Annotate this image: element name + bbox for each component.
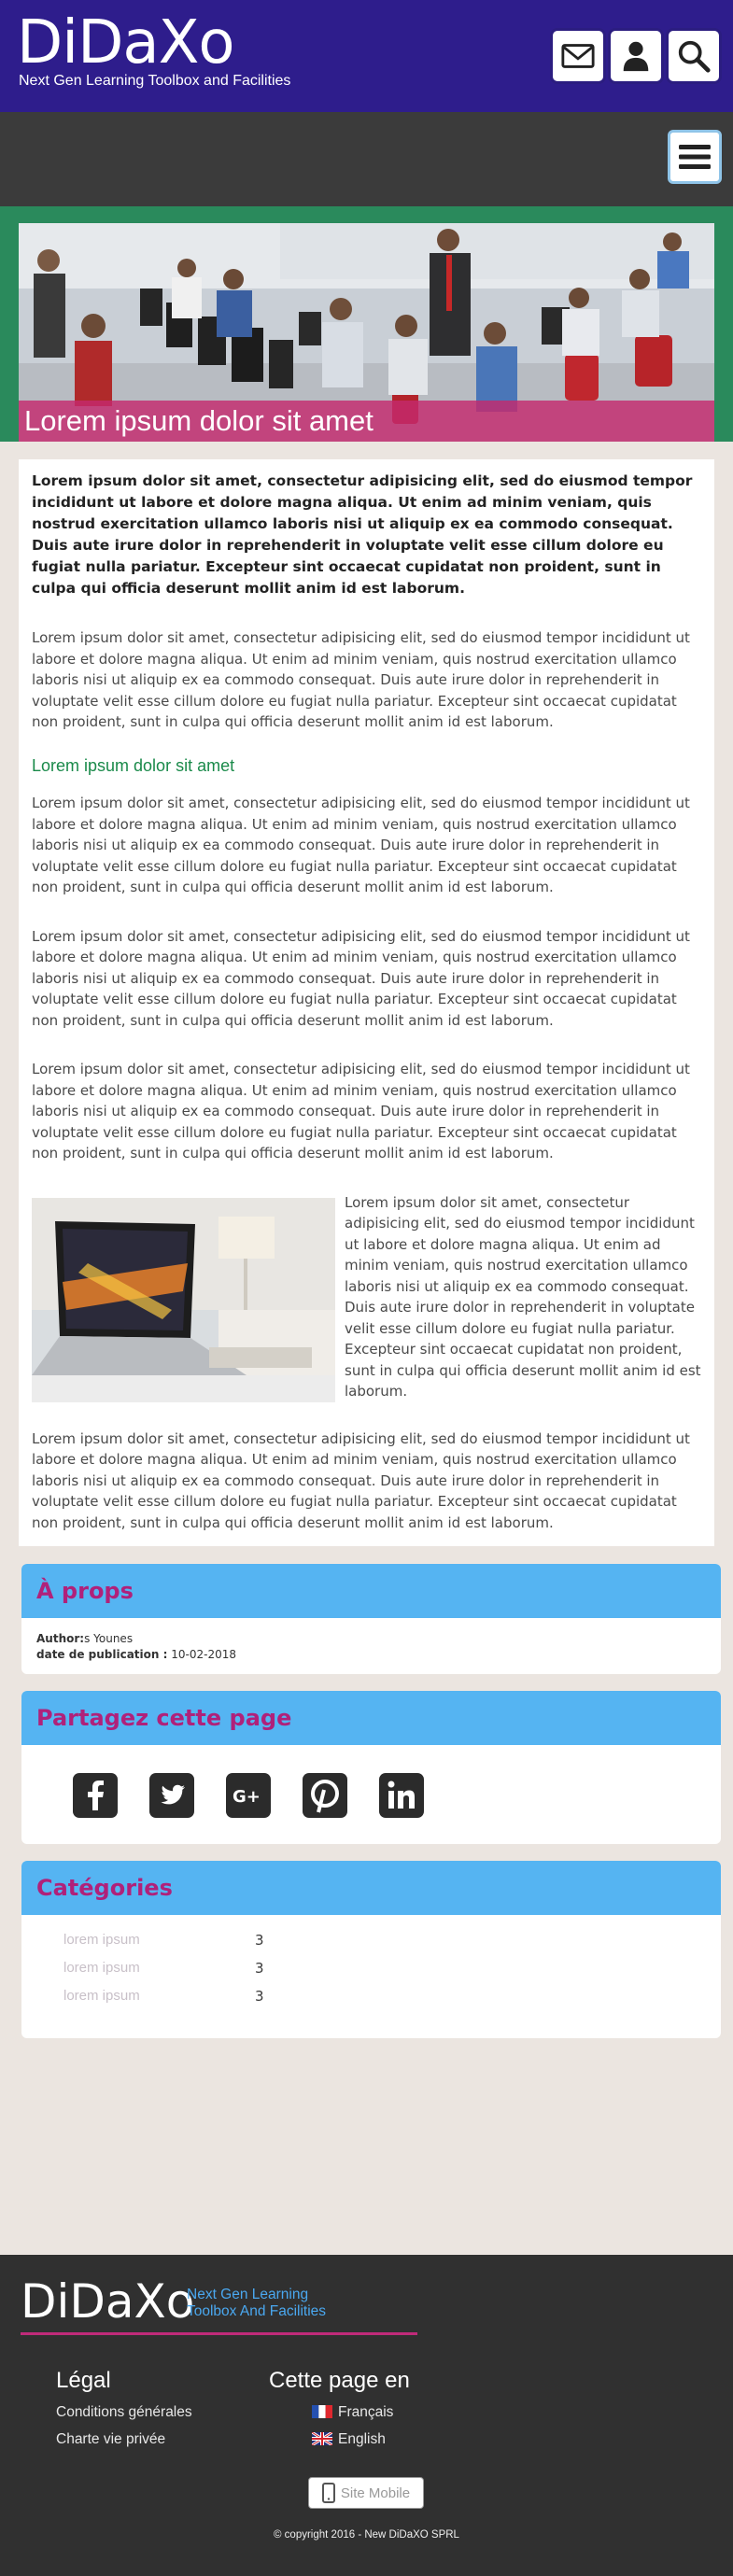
nav-bar: [0, 112, 733, 206]
category-item[interactable]: lorem ipsum 3: [63, 1926, 721, 1954]
legal-title: Légal: [56, 2368, 111, 2393]
copyright-text: © copyright 2016 - New DiDaXO SPRL: [274, 2529, 459, 2541]
language-english-label: English: [338, 2431, 386, 2447]
share-icons: G+: [21, 1745, 721, 1844]
author-label: Author:: [36, 1632, 85, 1645]
categories-list: lorem ipsum 3 lorem ipsum 3 lorem ipsum …: [21, 1915, 721, 2038]
article-body: Lorem ipsum dolor sit amet, consectetur …: [19, 459, 714, 1546]
mobile-phone-icon: [321, 2483, 335, 2503]
about-details: Author:s Younes date de publication : 10…: [21, 1618, 721, 1674]
hero-banner: Lorem ipsum dolor sit amet: [19, 223, 714, 442]
mobile-site-button[interactable]: Site Mobile: [308, 2477, 424, 2509]
laptop-photo: [32, 1197, 335, 1402]
envelope-icon: [561, 44, 595, 68]
search-icon: [678, 40, 711, 73]
google-plus-icon[interactable]: G+: [226, 1773, 271, 1818]
menu-button[interactable]: [668, 130, 722, 184]
site-footer: DiDaXo Next Gen Learning Toolbox And Fac…: [0, 2255, 733, 2576]
article-paragraph: Lorem ipsum dolor sit amet, consectetur …: [32, 629, 690, 730]
site-header: DiDaXo Next Gen Learning Toolbox and Fac…: [0, 0, 733, 112]
categories-box: Catégories lorem ipsum 3 lorem ipsum 3 l…: [21, 1861, 721, 2038]
category-name[interactable]: lorem ipsum: [63, 1926, 255, 1954]
search-button[interactable]: [666, 28, 722, 84]
contact-button[interactable]: [550, 28, 606, 84]
svg-text:G+: G+: [233, 1787, 261, 1807]
article-paragraph: Lorem ipsum dolor sit amet, consectetur …: [32, 795, 690, 895]
hero-title: Lorem ipsum dolor sit amet: [19, 401, 714, 442]
category-count: 3: [255, 1988, 264, 2005]
article-paragraph: Lorem ipsum dolor sit amet, consectetur …: [32, 927, 690, 1029]
footer-logo[interactable]: DiDaXo: [21, 2273, 194, 2330]
site-tagline: Next Gen Learning Toolbox and Facilities: [19, 73, 291, 89]
mobile-site-label: Site Mobile: [340, 2485, 411, 2501]
user-icon: [623, 41, 649, 72]
account-button[interactable]: [608, 28, 664, 84]
language-french[interactable]: Français: [312, 2404, 393, 2421]
article-paragraph: Lorem ipsum dolor sit amet, consectetur …: [32, 1061, 690, 1161]
french-flag-icon: [312, 2405, 332, 2418]
pinterest-icon[interactable]: [303, 1773, 347, 1818]
about-title: À props: [21, 1564, 721, 1618]
header-actions: [550, 28, 722, 84]
categories-title: Catégories: [21, 1861, 721, 1915]
media-block: Lorem ipsum dolor sit amet, consectetur …: [32, 1192, 701, 1402]
facebook-icon[interactable]: [73, 1773, 118, 1818]
language-french-label: Français: [338, 2404, 394, 2420]
about-box: À props Author:s Younes date de publicat…: [21, 1564, 721, 1674]
category-item[interactable]: lorem ipsum 3: [63, 1982, 721, 2010]
hamburger-icon: [679, 145, 711, 169]
footer-tagline: Next Gen Learning Toolbox And Facilities: [187, 2287, 327, 2319]
category-item[interactable]: lorem ipsum 3: [63, 1954, 721, 1982]
category-count: 3: [255, 1960, 264, 1977]
uk-flag-icon: [312, 2432, 332, 2445]
article-lead: Lorem ipsum dolor sit amet, consectetur …: [32, 472, 693, 597]
language-english[interactable]: English: [312, 2431, 386, 2448]
terms-link[interactable]: Conditions générales: [56, 2404, 192, 2421]
date-label: date de publication :: [36, 1648, 168, 1661]
article-paragraph: Lorem ipsum dolor sit amet, consectetur …: [32, 1429, 690, 1531]
media-text: Lorem ipsum dolor sit amet, consectetur …: [345, 1193, 701, 1401]
language-title: Cette page en: [269, 2368, 410, 2393]
twitter-icon[interactable]: [149, 1773, 194, 1818]
hero-band: Lorem ipsum dolor sit amet: [0, 206, 733, 442]
category-name[interactable]: lorem ipsum: [63, 1982, 255, 2010]
share-box: Partagez cette page G+: [21, 1691, 721, 1844]
category-name[interactable]: lorem ipsum: [63, 1954, 255, 1982]
privacy-link[interactable]: Charte vie privée: [56, 2431, 165, 2448]
share-title: Partagez cette page: [21, 1691, 721, 1745]
author-value: s Younes: [84, 1632, 134, 1645]
category-count: 3: [255, 1932, 264, 1949]
date-value: 10-02-2018: [171, 1648, 236, 1661]
article-subheading: Lorem ipsum dolor sit amet: [32, 755, 235, 775]
footer-divider: [21, 2332, 417, 2335]
site-logo[interactable]: DiDaXo: [17, 9, 235, 77]
linkedin-icon[interactable]: [379, 1773, 424, 1818]
